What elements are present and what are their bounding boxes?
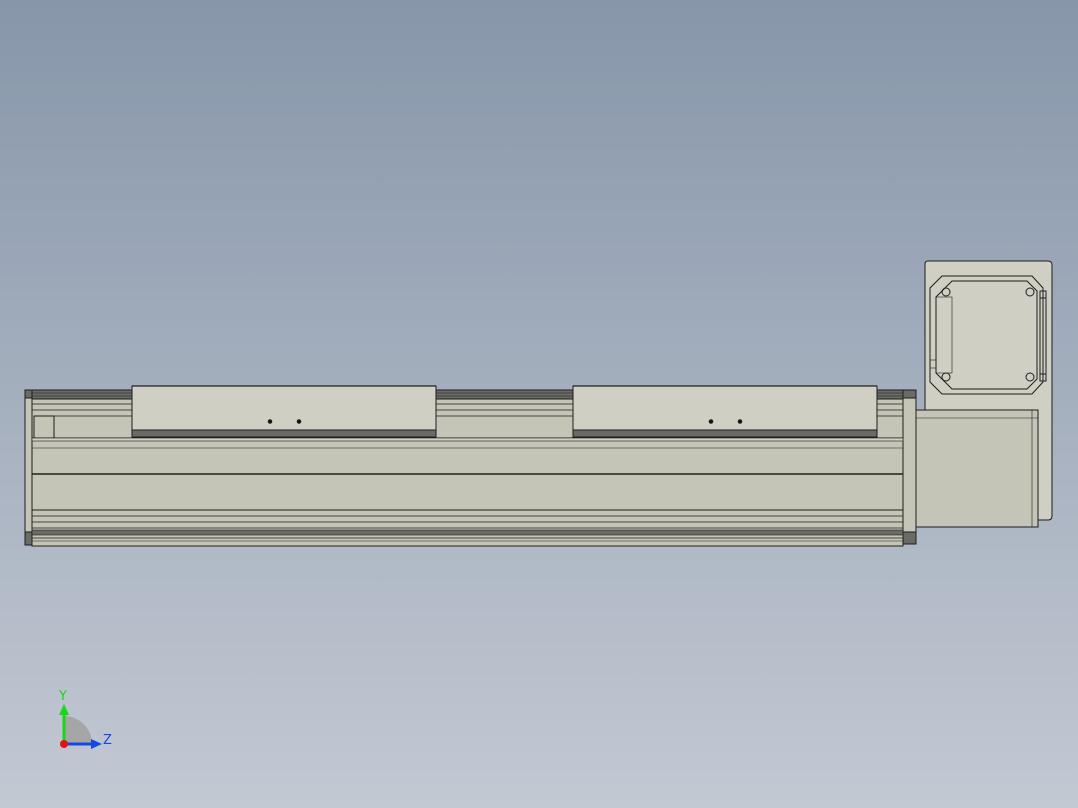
cad-viewport[interactable]: Y Z bbox=[0, 0, 1078, 808]
carriage-screw bbox=[267, 419, 273, 424]
motor-flange bbox=[929, 275, 1047, 395]
motor-end-block bbox=[915, 409, 1039, 528]
carriage-right[interactable] bbox=[572, 385, 878, 438]
y-axis-label: Y bbox=[58, 689, 67, 704]
carriage-screw bbox=[296, 419, 302, 424]
model-drawing: Y Z bbox=[0, 0, 1078, 808]
carriage-screw bbox=[708, 419, 714, 424]
carriage-left[interactable] bbox=[131, 385, 437, 438]
z-axis-label: Z bbox=[103, 733, 112, 748]
x-axis-point bbox=[60, 740, 68, 748]
rail-end-plate bbox=[902, 389, 917, 545]
carriage-screw bbox=[737, 419, 743, 424]
